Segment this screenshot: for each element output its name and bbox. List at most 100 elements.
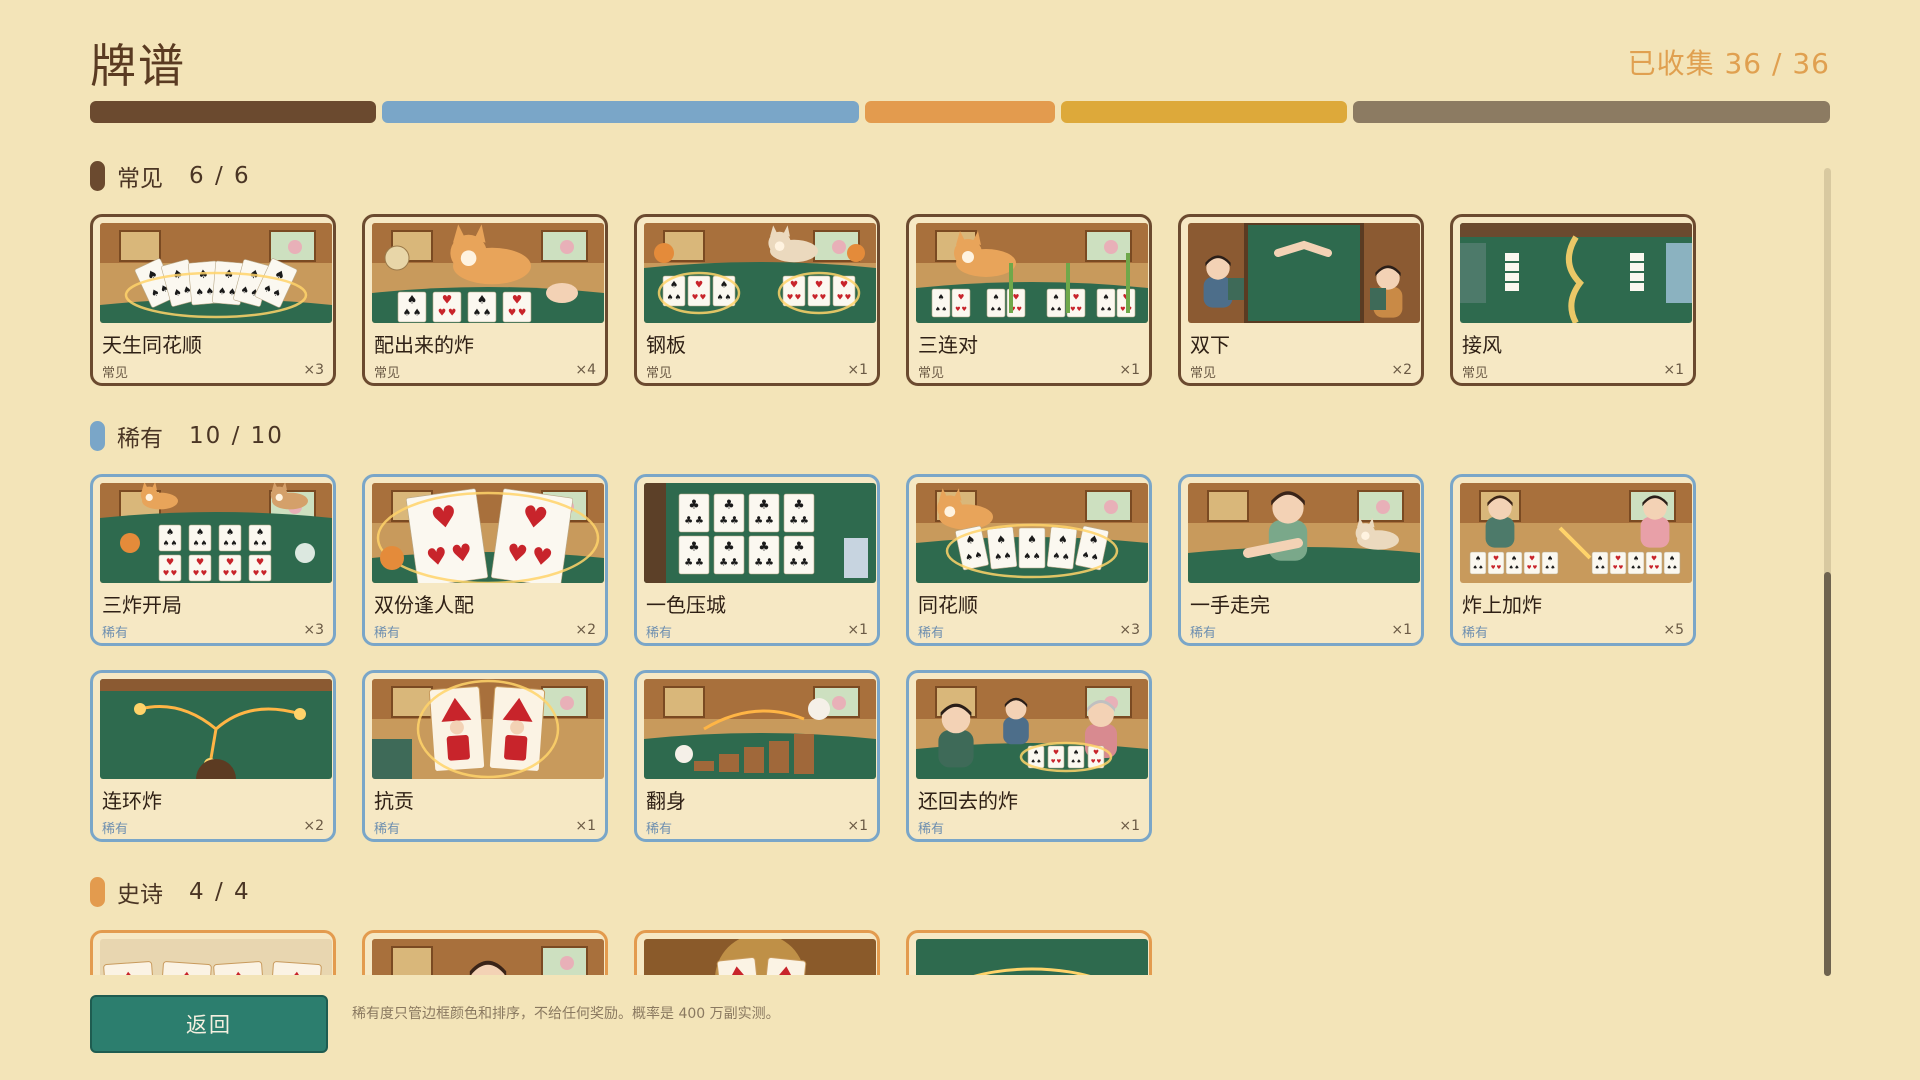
svg-text:♠: ♠ <box>1057 306 1062 313</box>
svg-text:♣: ♣ <box>754 516 763 527</box>
pattern-card[interactable] <box>634 930 880 975</box>
svg-text:♠: ♠ <box>1023 552 1031 562</box>
pattern-card[interactable]: 接风 常见 ×1 <box>1450 214 1696 386</box>
svg-text:♥: ♥ <box>1093 748 1099 756</box>
pattern-card[interactable]: 翻身 稀有 ×1 <box>634 670 880 842</box>
pattern-card[interactable]: ♠ ♠ ♠ ♠ ♠ ♠ ♠ ♠ ♠ ♠ ♠ ♠ ♠ ♠ ♠ 同花顺 稀有 ×3 <box>906 474 1152 646</box>
card-count: ×1 <box>847 622 868 638</box>
svg-text:♥: ♥ <box>962 306 967 313</box>
svg-text:♥: ♥ <box>171 568 178 577</box>
svg-text:♥: ♥ <box>193 568 200 577</box>
svg-text:♥: ♥ <box>449 538 474 569</box>
section-name: 常见 <box>117 166 163 192</box>
svg-text:♠: ♠ <box>1669 554 1675 562</box>
svg-text:♠: ♠ <box>938 293 945 302</box>
svg-text:♠: ♠ <box>675 292 682 301</box>
card-rarity: 常见 <box>1190 366 1217 381</box>
svg-text:♣: ♣ <box>789 558 798 569</box>
svg-text:♠: ♠ <box>997 306 1002 313</box>
svg-text:♠: ♠ <box>1550 565 1555 571</box>
svg-text:♠: ♠ <box>1033 748 1039 756</box>
svg-text:♥: ♥ <box>508 307 516 318</box>
back-button[interactable]: 返回 <box>90 995 328 1053</box>
svg-text:♠: ♠ <box>1057 533 1068 547</box>
svg-text:♣: ♣ <box>789 516 798 527</box>
pattern-card[interactable]: ♠ ♠ ♠ ♥ ♥ ♥ ♠ ♠ ♠ ♥ ♥ ♥ 还回去的炸 稀有 ×1 <box>906 670 1152 842</box>
pattern-card[interactable]: ♥ ♥ ♥ ♥ ♥ ♥ 双份逢人配 稀有 ×2 <box>362 474 608 646</box>
svg-text:♥: ♥ <box>1615 554 1621 562</box>
svg-text:♥: ♥ <box>442 292 453 306</box>
svg-text:♣: ♣ <box>695 558 704 569</box>
svg-text:♥: ♥ <box>840 279 848 290</box>
pattern-card[interactable]: ♠ ♠ ♠ ♠ ♠ ♠ ♠ ♠ ♠ ♠ ♠ ♠ ♠ ♠ ♠ ♠ ♠ ♠ 天生同花顺 常见 ×3 <box>90 214 336 386</box>
card-artwork <box>372 939 604 975</box>
pattern-card[interactable]: 抗贡 稀有 ×1 <box>362 670 608 842</box>
pattern-card[interactable]: ♠ ♠ ♠ ♥ ♥ ♥ ♠ ♠ ♠ ♥ ♥ ♥ 配出来的炸 常见 ×4 <box>362 214 608 386</box>
card-name: 天生同花顺 <box>102 333 202 357</box>
svg-text:♣: ♣ <box>800 558 809 569</box>
pattern-card[interactable]: ♠♠♠♥♥♥♠♠♠♥♥♥ <box>906 930 1152 975</box>
section-count: 6 / 6 <box>189 163 251 189</box>
scrollbar-thumb[interactable] <box>1824 572 1831 976</box>
svg-text:♣: ♣ <box>723 496 734 511</box>
pattern-card[interactable]: 连环炸 稀有 ×2 <box>90 670 336 842</box>
svg-text:♥: ♥ <box>1654 565 1659 571</box>
svg-text:♥: ♥ <box>201 568 208 577</box>
card-count: ×3 <box>303 362 324 378</box>
svg-text:♥: ♥ <box>429 499 460 536</box>
svg-text:♠: ♠ <box>483 307 491 318</box>
svg-text:♠: ♠ <box>994 552 1003 563</box>
card-rarity: 稀有 <box>374 626 401 641</box>
svg-text:♥: ♥ <box>1017 306 1022 313</box>
svg-text:♠: ♠ <box>413 307 421 318</box>
svg-text:♥: ♥ <box>692 292 699 301</box>
pattern-card[interactable]: ♠ ♠ ♠ ♠ ♠ ♠ ♠ ♠ ♠ ♠ ♠ ♠ ♥ ♥ ♥ ♥ ♥ ♥ ♥ ♥ ♥ ♥ ♥ ♥ 三炸开局 稀有 ×3 <box>90 474 336 646</box>
svg-text:♥: ♥ <box>1529 554 1535 562</box>
pattern-card[interactable]: 双下 常见 ×2 <box>1178 214 1424 386</box>
pattern-card[interactable] <box>362 930 608 975</box>
card-artwork: ♣ ♣ ♣ ♣ ♣ ♣ ♣ ♣ ♣ ♣ ♣ ♣ ♣ ♣ ♣ ♣ ♣ ♣ ♣ ♣ ♣ ♣ ♣ ♣ <box>644 483 876 583</box>
scrollbar[interactable] <box>1824 168 1831 976</box>
svg-text:♠: ♠ <box>1100 306 1105 313</box>
svg-text:♥: ♥ <box>837 292 844 301</box>
svg-text:♠: ♠ <box>717 292 724 301</box>
svg-text:♣: ♣ <box>688 496 699 511</box>
pattern-card[interactable]: ♠♠♠♥♥♥♠♠♠♥♥♥♠♠♠♥♥♥♠♠♠♥♥♥三连对常见×1 <box>906 214 1152 386</box>
svg-text:♠: ♠ <box>195 287 204 299</box>
svg-text:♥: ♥ <box>530 541 555 572</box>
svg-text:♠: ♠ <box>226 527 234 538</box>
card-artwork <box>644 679 876 779</box>
pattern-card[interactable]: 一手走完 稀有 ×1 <box>1178 474 1424 646</box>
card-rarity: 常见 <box>646 366 673 381</box>
svg-text:♥: ♥ <box>787 292 794 301</box>
pattern-card[interactable]: ♠ ♠ ♠ ♥ ♥ ♥ ♠ ♠ ♠ ♥ ♥ ♥ ♠ ♠ ♠ ♠ ♠ ♠ ♥ ♥ ♥ ♠ ♠ ♠ ♥ ♥ ♥ ♠ ♠ ♠ 炸上加炸 稀有 ×5 <box>1450 474 1696 646</box>
svg-text:♠: ♠ <box>1061 552 1070 563</box>
svg-text:♠: ♠ <box>171 538 178 547</box>
card-name: 配出来的炸 <box>374 333 474 357</box>
svg-text:♥: ♥ <box>226 557 234 568</box>
card-artwork: ♠ ♠ ♠ ♥ ♥ ♥ ♠ ♠ ♠ ♥ ♥ ♥ ♠ ♠ ♠ ♠ ♠ ♠ ♥ ♥ ♥ ♠ ♠ ♠ ♥ ♥ ♥ ♠ ♠ ♠ <box>1460 483 1692 583</box>
rarity-pill <box>90 877 105 907</box>
svg-text:♥: ♥ <box>790 279 798 290</box>
card-name: 翻身 <box>646 789 686 813</box>
svg-text:♥: ♥ <box>955 306 960 313</box>
card-name: 接风 <box>1462 333 1502 357</box>
svg-text:♥: ♥ <box>1496 565 1501 571</box>
card-collection-scroll-area[interactable]: 常见 6 / 6 ♠ ♠ ♠ ♠ ♠ ♠ ♠ ♠ ♠ ♠ ♠ ♠ ♠ ♠ ♠ ♠ ♠ ♠ 天生同花顺 常见 ×3 ♠ ♠ ♠ ♥ ♥ ♥… <box>90 160 1810 975</box>
pattern-card[interactable]: ♠ ♠ ♠ ♥ ♥ ♥ ♠ ♠ ♠ ♥ ♥ ♥ ♥ ♥ ♥ ♥ ♥ ♥ 钢板 常见 ×1 <box>634 214 880 386</box>
svg-text:♠: ♠ <box>725 292 732 301</box>
pattern-card[interactable]: ♣ ♣ ♣ ♣ ♣ ♣ ♣ ♣ ♣ ♣ ♣ ♣ ♣ ♣ ♣ ♣ ♣ ♣ ♣ ♣ ♣ ♣ ♣ ♣ 一色压城 稀有 ×1 <box>634 474 880 646</box>
svg-text:♥: ♥ <box>1120 306 1125 313</box>
svg-text:♥: ♥ <box>519 499 550 536</box>
card-name: 还回去的炸 <box>918 789 1018 813</box>
pattern-card[interactable] <box>90 930 336 975</box>
card-count: ×5 <box>1663 622 1684 638</box>
rarity-footnote: 稀有度只管边框颜色和排序，不给任何奖励。概率是 400 万副实测。 <box>352 1006 780 1022</box>
svg-text:♥: ♥ <box>1613 565 1618 571</box>
rarity-pill <box>90 421 105 451</box>
collected-counter: 已收集 36 / 36 <box>1627 47 1830 80</box>
card-count: ×2 <box>303 818 324 834</box>
svg-text:♥: ♥ <box>438 307 446 318</box>
card-rarity: 稀有 <box>1190 626 1217 641</box>
card-count: ×1 <box>1391 622 1412 638</box>
